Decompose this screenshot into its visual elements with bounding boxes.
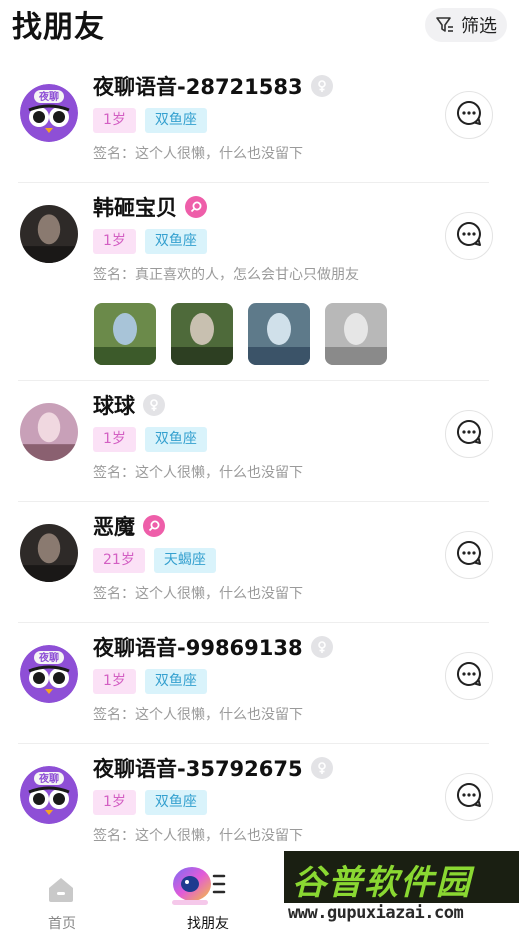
zodiac-tag: 双鱼座: [144, 108, 207, 133]
user-name: 韩砸宝贝: [93, 196, 177, 220]
zodiac-tag: 双鱼座: [144, 229, 207, 254]
chat-bubble-icon: [456, 419, 482, 449]
zodiac-tag: 双鱼座: [144, 427, 207, 452]
name-line: 夜聊语音-28721583: [93, 71, 333, 101]
zodiac-tag: 双鱼座: [144, 669, 207, 694]
signature: 签名：这个人很懒，什么也没留下: [93, 586, 303, 602]
tab-home-label: 首页: [48, 916, 76, 931]
photo-thumbnail[interactable]: [248, 303, 310, 365]
chat-bubble-icon: [456, 540, 482, 570]
chat-bubble-icon: [456, 782, 482, 812]
chat-bubble-icon: [456, 661, 482, 691]
photo-thumbnail[interactable]: [325, 303, 387, 365]
name-line: 韩砸宝贝: [93, 192, 207, 222]
avatar[interactable]: 夜聊: [20, 766, 78, 824]
page-title: 找朋友: [12, 10, 105, 45]
avatar[interactable]: 夜聊: [20, 84, 78, 142]
zodiac-tag: 天蝎座: [153, 548, 216, 573]
find-friends-icon: [168, 862, 232, 912]
name-line: 夜聊语音-99869138: [93, 632, 333, 662]
age-tag: 1岁: [93, 669, 136, 694]
watermark: 谷普软件园 www.gupuxiazai.com: [284, 851, 519, 931]
name-line: 夜聊语音-35792675: [93, 753, 333, 783]
user-row[interactable]: 夜聊 夜聊语音-99869138 1岁 双鱼座签名：这个人很懒，什么也没留下: [18, 623, 493, 744]
user-row[interactable]: 夜聊 夜聊语音-35792675 1岁 双鱼座签名：这个人很懒，什么也没留下: [18, 744, 493, 865]
user-row[interactable]: 韩砸宝贝 1岁 双鱼座签名：真正喜欢的人，怎么会甘心只做朋友: [18, 183, 493, 381]
chat-button[interactable]: [445, 531, 493, 579]
watermark-url-band: www.gupuxiazai.com: [284, 903, 519, 931]
photo-thumbnail[interactable]: [171, 303, 233, 365]
avatar-logo-text: 夜聊: [38, 90, 59, 103]
header: 找朋友 筛选: [0, 0, 519, 62]
user-row[interactable]: 球球 1岁 双鱼座签名：这个人很懒，什么也没留下: [18, 381, 493, 502]
user-name: 夜聊语音-28721583: [93, 75, 303, 99]
tag-group: 1岁 双鱼座: [93, 229, 207, 254]
chat-bubble-icon: [456, 100, 482, 130]
name-line: 恶魔: [93, 511, 165, 541]
avatar-logo-text: 夜聊: [38, 772, 59, 785]
filter-button[interactable]: 筛选: [425, 8, 507, 42]
tag-group: 1岁 双鱼座: [93, 669, 207, 694]
gender-icon: [310, 75, 333, 97]
avatar[interactable]: [20, 403, 78, 461]
gender-icon: [143, 394, 165, 416]
tab-find-friends[interactable]: 找朋友: [158, 856, 258, 931]
signature: 签名：真正喜欢的人，怎么会甘心只做朋友: [93, 267, 359, 283]
user-name: 恶魔: [93, 515, 135, 539]
filter-icon: [435, 15, 455, 35]
photo-strip: [94, 303, 387, 365]
tag-group: 1岁 双鱼座: [93, 790, 207, 815]
age-tag: 1岁: [93, 427, 136, 452]
watermark-title: 谷普软件园: [292, 863, 472, 903]
tab-find-friends-label: 找朋友: [187, 916, 229, 931]
user-row[interactable]: 夜聊 夜聊语音-28721583 1岁 双鱼座签名：这个人很懒，什么也没留下: [18, 62, 493, 183]
signature: 签名：这个人很懒，什么也没留下: [93, 828, 303, 844]
tab-home[interactable]: 首页: [12, 856, 112, 931]
chat-bubble-icon: [456, 221, 482, 251]
female-gender-icon: [185, 196, 207, 218]
signature: 签名：这个人很懒，什么也没留下: [93, 146, 303, 162]
avatar[interactable]: [20, 205, 78, 263]
age-tag: 1岁: [93, 790, 136, 815]
zodiac-tag: 双鱼座: [144, 790, 207, 815]
tag-group: 21岁 天蝎座: [93, 548, 216, 573]
user-row[interactable]: 恶魔 21岁 天蝎座签名：这个人很懒，什么也没留下: [18, 502, 493, 623]
age-tag: 1岁: [93, 108, 136, 133]
tag-group: 1岁 双鱼座: [93, 427, 207, 452]
signature: 签名：这个人很懒，什么也没留下: [93, 465, 303, 481]
avatar[interactable]: 夜聊: [20, 645, 78, 703]
user-name: 夜聊语音-99869138: [93, 636, 303, 660]
chat-button[interactable]: [445, 410, 493, 458]
female-gender-icon: [143, 515, 165, 537]
chat-button[interactable]: [445, 91, 493, 139]
signature: 签名：这个人很懒，什么也没留下: [93, 707, 303, 723]
user-list: 夜聊 夜聊语音-28721583 1岁 双鱼座 签名：这个人很懒，什么也没留下 韩砸宝贝 1…: [0, 62, 519, 865]
gender-icon: [310, 757, 333, 779]
user-name: 夜聊语音-35792675: [93, 757, 303, 781]
home-icon: [46, 874, 76, 908]
avatar[interactable]: [20, 524, 78, 582]
gender-icon: [310, 636, 333, 658]
age-tag: 21岁: [93, 548, 145, 573]
tag-group: 1岁 双鱼座: [93, 108, 207, 133]
watermark-url: www.gupuxiazai.com: [288, 903, 464, 923]
chat-button[interactable]: [445, 652, 493, 700]
chat-button[interactable]: [445, 212, 493, 260]
name-line: 球球: [93, 390, 165, 420]
chat-button[interactable]: [445, 773, 493, 821]
user-name: 球球: [93, 394, 135, 418]
avatar-logo-text: 夜聊: [38, 651, 59, 664]
photo-thumbnail[interactable]: [94, 303, 156, 365]
filter-label: 筛选: [461, 16, 497, 37]
age-tag: 1岁: [93, 229, 136, 254]
